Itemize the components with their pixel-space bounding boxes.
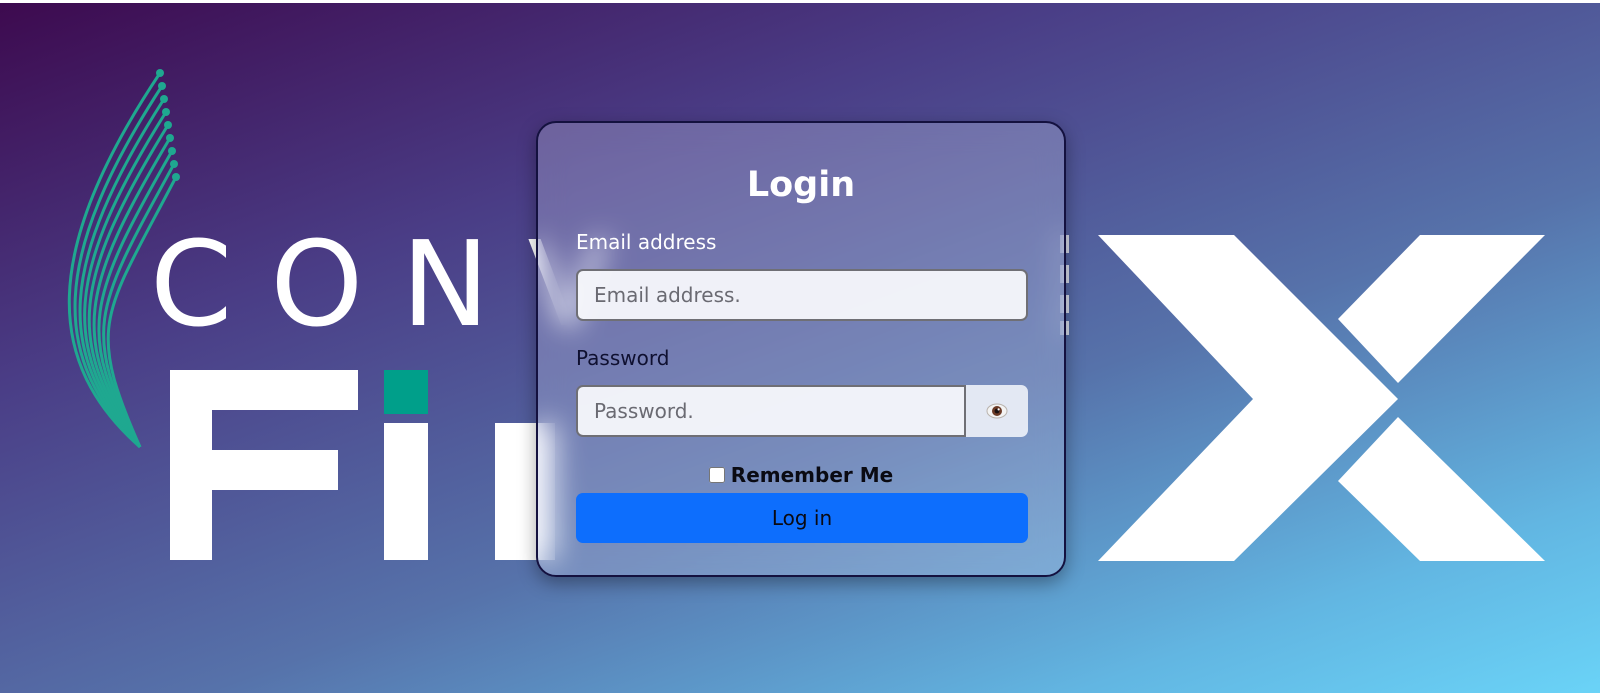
remember-me-label[interactable]: Remember Me (731, 463, 893, 487)
logo-wordmark-bottom (170, 370, 555, 560)
logo-x-mark (1098, 235, 1545, 561)
logo-accent-square (384, 370, 428, 414)
email-label: Email address (576, 230, 717, 254)
background: CONV Login Email address Password (0, 3, 1600, 693)
login-card: Login Email address Password Remember Me… (536, 121, 1066, 577)
show-password-button[interactable] (966, 385, 1028, 437)
login-button[interactable]: Log in (576, 493, 1028, 543)
password-label: Password (576, 346, 670, 370)
eye-icon (986, 403, 1008, 419)
password-input[interactable] (576, 385, 966, 437)
remember-me-row: Remember Me (538, 463, 1064, 487)
email-input[interactable] (576, 269, 1028, 321)
login-title: Login (746, 165, 856, 205)
remember-me-checkbox[interactable] (708, 467, 725, 483)
